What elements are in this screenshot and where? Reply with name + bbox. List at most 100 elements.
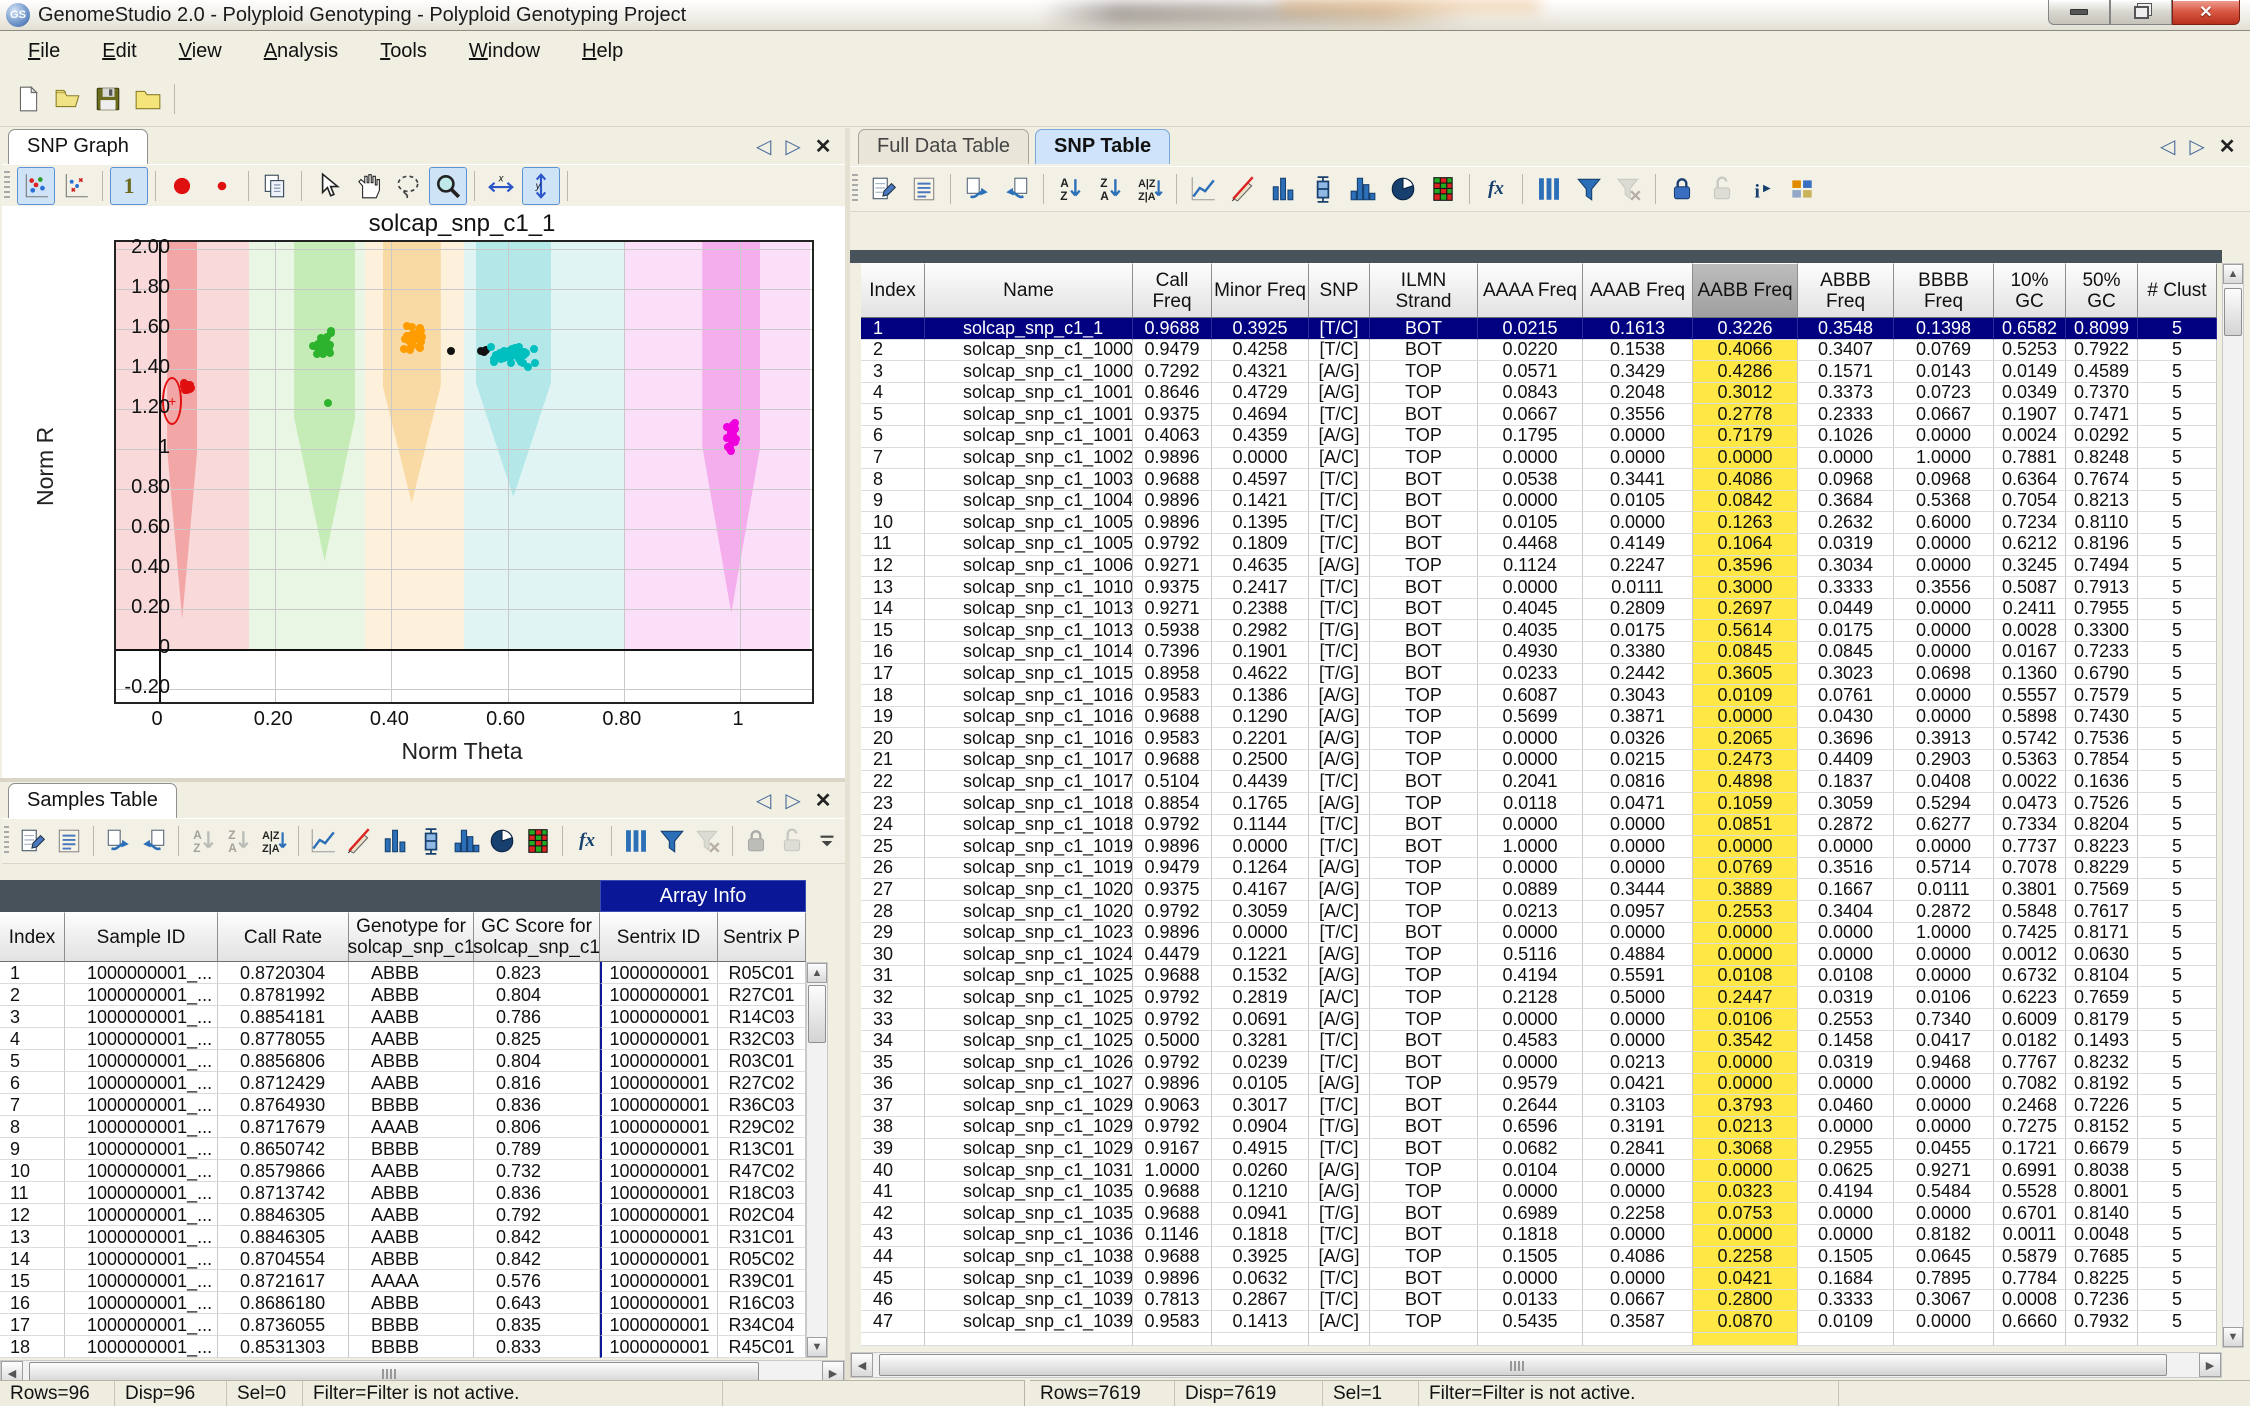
cell[interactable]: 0.8179 xyxy=(2066,1009,2138,1031)
cell[interactable]: BOT xyxy=(1370,922,1478,945)
cell[interactable]: 0.0000 xyxy=(1798,1224,1894,1247)
cell[interactable]: 1000000001 xyxy=(600,1226,718,1248)
cell[interactable]: 1000000001 xyxy=(600,1116,718,1138)
cell[interactable]: 0.1210 xyxy=(1212,1181,1309,1204)
cell[interactable]: 0.5879 xyxy=(1994,1246,2066,1269)
menu-view[interactable]: View xyxy=(165,36,236,67)
cell[interactable]: 0.1144 xyxy=(1212,814,1309,837)
cell[interactable]: 0.3696 xyxy=(1798,728,1894,750)
cell[interactable]: solcap_snp_c1_10297 xyxy=(925,1138,1133,1161)
cell[interactable]: 14 xyxy=(0,1248,65,1270)
scatter-pen-icon[interactable] xyxy=(1224,170,1262,208)
cell[interactable]: [A/G] xyxy=(1309,857,1370,880)
cell[interactable]: BOT xyxy=(1370,1116,1478,1139)
cell[interactable]: 0.1064 xyxy=(1693,533,1798,556)
cell[interactable]: 0.3023 xyxy=(1798,663,1894,686)
cell[interactable]: 0.5528 xyxy=(1994,1181,2066,1204)
cell[interactable]: 5 xyxy=(2138,1246,2217,1269)
cell[interactable]: 0.0048 xyxy=(2066,1224,2138,1247)
cell[interactable]: 0.4409 xyxy=(1798,749,1894,772)
cell[interactable]: solcap_snp_c1_1019 xyxy=(925,836,1133,858)
cell[interactable]: solcap_snp_c1_10013 xyxy=(925,425,1133,448)
cell[interactable]: solcap_snp_c1_10270 xyxy=(925,1073,1133,1096)
cell[interactable]: 0.2468 xyxy=(1994,1095,2066,1117)
cell[interactable]: 0.3000 xyxy=(1693,577,1798,599)
cell[interactable]: 5 xyxy=(2138,1138,2217,1161)
cell[interactable]: 0.1818 xyxy=(1478,1224,1583,1247)
cell[interactable]: 0.3889 xyxy=(1693,879,1798,902)
cell[interactable]: BBBB xyxy=(349,1094,474,1116)
cell[interactable]: 0.8140 xyxy=(2066,1203,2138,1225)
cell[interactable]: 0.0000 xyxy=(1212,922,1309,945)
cell[interactable]: TOP xyxy=(1370,944,1478,966)
cell[interactable]: 0.6223 xyxy=(1994,987,2066,1009)
cell[interactable]: 0.9479 xyxy=(1133,857,1212,880)
pie-chart-icon[interactable] xyxy=(1384,170,1422,208)
cell[interactable]: 0.0349 xyxy=(1994,382,2066,405)
cell[interactable]: [T/C] xyxy=(1309,922,1370,945)
cell[interactable]: 0.0233 xyxy=(1478,663,1583,686)
cell[interactable]: 0.804 xyxy=(474,984,600,1006)
cell[interactable]: 0.8099 xyxy=(2066,318,2138,340)
cell[interactable]: 0.0182 xyxy=(1994,1030,2066,1053)
cell[interactable]: 0.0111 xyxy=(1583,577,1693,599)
cell[interactable]: ABBB xyxy=(349,984,474,1006)
cell[interactable]: 0.2955 xyxy=(1798,1138,1894,1161)
cell[interactable]: 0.5253 xyxy=(1994,339,2066,362)
scroll-down-icon[interactable]: ▼ xyxy=(807,1337,827,1357)
cell[interactable]: 0.2632 xyxy=(1798,512,1894,534)
cell[interactable]: 1000000001_... xyxy=(65,1006,218,1028)
cell[interactable]: [T/G] xyxy=(1309,663,1370,686)
table-row[interactable]: 26 solcap_snp_c1_10196 0.9479 0.1264 [A/G] TO… xyxy=(861,857,2217,880)
cell[interactable]: 1000000001 xyxy=(600,984,718,1006)
cell[interactable]: 0.3407 xyxy=(1798,339,1894,362)
cell[interactable]: R27C02 xyxy=(718,1072,806,1094)
toolbar-overflow-icon[interactable] xyxy=(810,822,844,860)
column-header--clust[interactable]: # Clust xyxy=(2138,263,2217,318)
small-points-icon[interactable] xyxy=(203,167,241,205)
cell[interactable]: BOT xyxy=(1370,1289,1478,1312)
table-row[interactable]: 17 solcap_snp_c1_10157 0.8958 0.4622 [T/G] BO… xyxy=(861,663,2217,686)
cell[interactable]: 1000000001 xyxy=(600,962,718,984)
panel-splitter[interactable] xyxy=(845,128,850,1406)
cell[interactable]: 0.0000 xyxy=(1693,836,1798,858)
cell[interactable]: 0.9583 xyxy=(1133,728,1212,750)
cell[interactable]: 0.4149 xyxy=(1583,533,1693,556)
cell[interactable]: 0.0000 xyxy=(1894,685,1994,707)
cell[interactable]: 1000000001_... xyxy=(65,1292,218,1314)
cell[interactable]: 0.5368 xyxy=(1894,490,1994,513)
cell[interactable]: 5 xyxy=(2138,641,2217,664)
cell[interactable]: 5 xyxy=(2138,1073,2217,1096)
cell[interactable]: 0.1613 xyxy=(1583,318,1693,340)
cell[interactable]: 0.0000 xyxy=(1894,706,1994,729)
cell[interactable]: 0.3925 xyxy=(1212,318,1309,340)
cell[interactable]: 5 xyxy=(2138,901,2217,923)
cell[interactable]: 0.0109 xyxy=(1693,685,1798,707)
cell[interactable]: 0.7617 xyxy=(2066,901,2138,923)
cell[interactable]: 0.0000 xyxy=(1478,1181,1583,1204)
cell[interactable]: 0.2442 xyxy=(1583,663,1693,686)
table-row[interactable]: 12 1000000001_... 0.8846305 AABB 0.792 100000… xyxy=(0,1204,806,1226)
cell[interactable]: 0.816 xyxy=(474,1072,600,1094)
cell[interactable]: 0.0323 xyxy=(1693,1181,1798,1204)
cell[interactable]: 27 xyxy=(861,879,925,902)
cell[interactable]: solcap_snp_c1_10196 xyxy=(925,857,1133,880)
cell[interactable]: 0.0000 xyxy=(1894,641,1994,664)
table-row[interactable]: 14 1000000001_... 0.8704554 ABBB 0.842 100000… xyxy=(0,1248,806,1270)
cell[interactable]: 0.1221 xyxy=(1212,944,1309,966)
cell[interactable]: 32 xyxy=(861,987,925,1009)
cell[interactable]: 0.9375 xyxy=(1133,879,1212,902)
cell[interactable]: solcap_snp_c1_10167 xyxy=(925,685,1133,707)
cell[interactable]: 0.7234 xyxy=(1994,512,2066,534)
histogram-icon[interactable] xyxy=(450,822,484,860)
cell[interactable]: BOT xyxy=(1370,512,1478,534)
cell[interactable]: [A/G] xyxy=(1309,1073,1370,1096)
cell[interactable]: solcap_snp_c1_10252 xyxy=(925,965,1133,988)
cell[interactable]: 0.9792 xyxy=(1133,1116,1212,1139)
cell[interactable]: 0.9896 xyxy=(1133,922,1212,945)
table-row[interactable]: 37 solcap_snp_c1_1029 0.9063 0.3017 [T/C] BOT… xyxy=(861,1095,2217,1117)
cell[interactable]: [A/G] xyxy=(1309,965,1370,988)
cell[interactable]: 0.8223 xyxy=(2066,836,2138,858)
cell[interactable]: solcap_snp_c1_10011 xyxy=(925,382,1133,405)
cell[interactable]: R14C03 xyxy=(718,1006,806,1028)
